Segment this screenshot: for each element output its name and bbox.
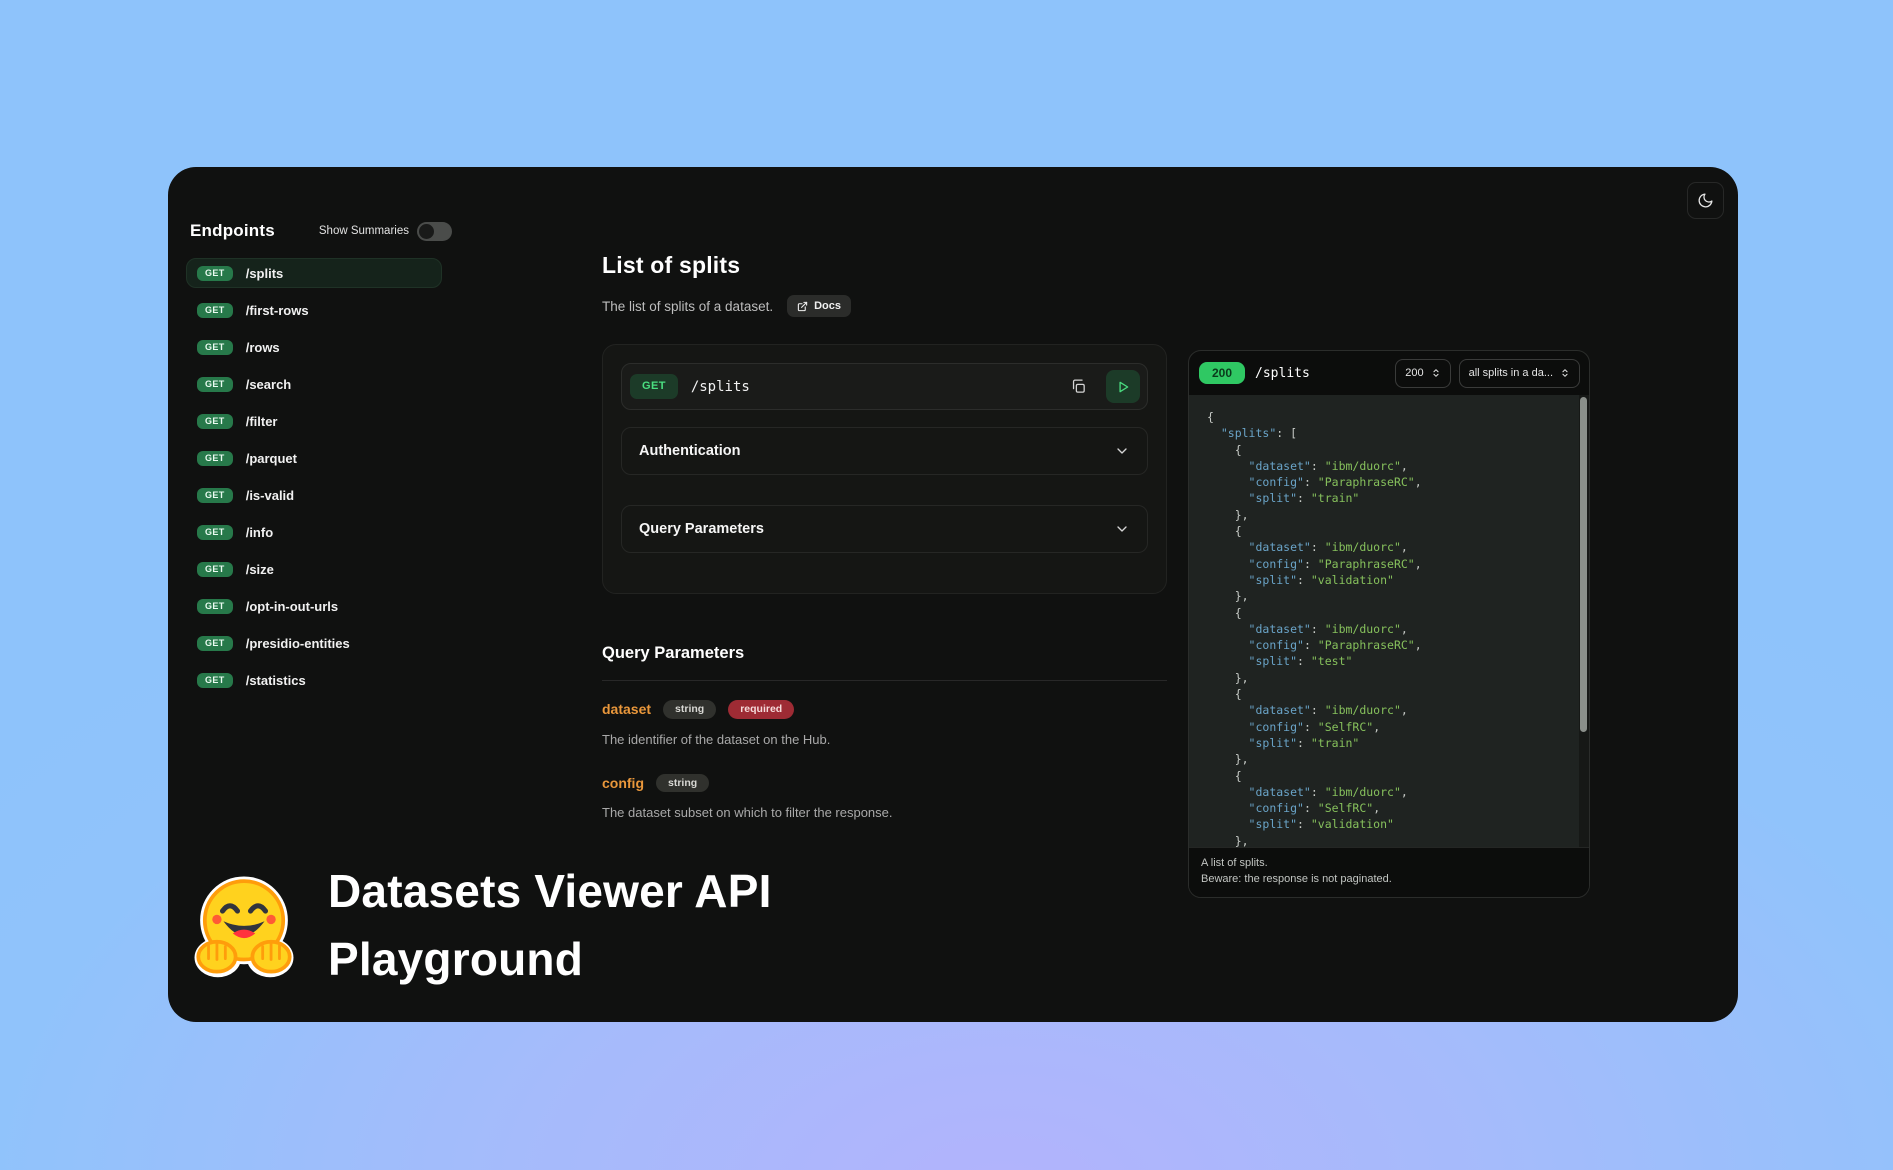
endpoint-path: /rows — [246, 340, 280, 355]
moon-icon — [1697, 192, 1714, 209]
endpoint-path: /size — [246, 562, 274, 577]
param-name: dataset — [602, 701, 651, 717]
sidebar-header: Endpoints Show Summaries — [186, 221, 454, 241]
chevron-down-icon — [1114, 521, 1130, 537]
method-badge: GET — [197, 599, 233, 614]
param-config: config string The dataset subset on whic… — [602, 774, 1167, 821]
endpoint-path: /presidio-entities — [246, 636, 350, 651]
sidebar-item-opt-in-out-urls[interactable]: GET/opt-in-out-urls — [186, 591, 442, 621]
example-select-value: all splits in a da... — [1469, 367, 1553, 379]
endpoint-path: /filter — [246, 414, 278, 429]
request-method-badge: GET — [630, 374, 678, 399]
accordion-query-parameters[interactable]: Query Parameters — [621, 505, 1148, 553]
branding-title-line2: Playground — [328, 925, 772, 993]
chevron-down-icon — [1114, 443, 1130, 459]
sidebar-item-splits[interactable]: GET/splits — [186, 258, 442, 288]
request-path: /splits — [691, 379, 750, 395]
show-summaries-label: Show Summaries — [319, 225, 409, 237]
run-request-button[interactable] — [1106, 370, 1140, 403]
app-card: Endpoints Show Summaries GET/splitsGET/f… — [168, 167, 1738, 1022]
method-badge: GET — [197, 488, 233, 503]
scrollbar-thumb[interactable] — [1580, 397, 1587, 732]
method-badge: GET — [197, 451, 233, 466]
response-footer-line: A list of splits. — [1201, 856, 1577, 872]
endpoint-path: /search — [246, 377, 292, 392]
endpoint-list: GET/splitsGET/first-rowsGET/rowsGET/sear… — [186, 258, 442, 695]
response-path: /splits — [1255, 366, 1310, 381]
sidebar-item-rows[interactable]: GET/rows — [186, 332, 442, 362]
param-description: The identifier of the dataset on the Hub… — [602, 732, 1167, 747]
endpoint-path: /parquet — [246, 451, 297, 466]
external-link-icon — [797, 301, 808, 312]
method-badge: GET — [197, 266, 233, 281]
method-badge: GET — [197, 525, 233, 540]
response-json[interactable]: { "splits": [ { "dataset": "ibm/duorc", … — [1189, 395, 1589, 847]
sidebar-item-presidio-entities[interactable]: GET/presidio-entities — [186, 628, 442, 658]
endpoint-path: /statistics — [246, 673, 306, 688]
query-parameters-section: Query Parameters dataset string required… — [602, 644, 1167, 820]
param-description: The dataset subset on which to filter th… — [602, 805, 1167, 820]
docs-button-label: Docs — [814, 300, 841, 312]
page-title: List of splits — [602, 252, 740, 279]
endpoint-path: /is-valid — [246, 488, 294, 503]
copy-icon — [1070, 378, 1087, 395]
copy-button[interactable] — [1063, 372, 1093, 402]
sidebar: Endpoints Show Summaries GET/splitsGET/f… — [186, 221, 454, 695]
endpoint-path: /first-rows — [246, 303, 309, 318]
theme-toggle-button[interactable] — [1687, 182, 1724, 219]
param-dataset: dataset string required The identifier o… — [602, 700, 1167, 747]
sidebar-item-filter[interactable]: GET/filter — [186, 406, 442, 436]
accordion-label: Query Parameters — [639, 521, 764, 537]
sidebar-title: Endpoints — [190, 221, 275, 241]
sidebar-item-search[interactable]: GET/search — [186, 369, 442, 399]
up-down-chevron-icon — [1431, 368, 1441, 378]
sidebar-item-first-rows[interactable]: GET/first-rows — [186, 295, 442, 325]
response-footer: A list of splits. Beware: the response i… — [1189, 847, 1589, 897]
query-parameters-heading: Query Parameters — [602, 644, 1167, 663]
param-name: config — [602, 775, 644, 791]
example-select[interactable]: all splits in a da... — [1459, 359, 1580, 388]
play-icon — [1116, 380, 1130, 394]
response-footer-line: Beware: the response is not paginated. — [1201, 872, 1577, 888]
method-badge: GET — [197, 340, 233, 355]
endpoint-path: /splits — [246, 266, 284, 281]
method-badge: GET — [197, 636, 233, 651]
status-code-select-value: 200 — [1405, 367, 1423, 379]
page-description: The list of splits of a dataset. — [602, 299, 773, 314]
method-badge: GET — [197, 414, 233, 429]
accordion-authentication[interactable]: Authentication — [621, 427, 1148, 475]
status-code-select[interactable]: 200 — [1395, 359, 1450, 388]
request-bar: GET /splits — [621, 363, 1148, 410]
method-badge: GET — [197, 303, 233, 318]
endpoint-path: /info — [246, 525, 273, 540]
sidebar-item-parquet[interactable]: GET/parquet — [186, 443, 442, 473]
response-body: { "splits": [ { "dataset": "ibm/duorc", … — [1189, 395, 1589, 847]
method-badge: GET — [197, 377, 233, 392]
up-down-chevron-icon — [1560, 368, 1570, 378]
toggle-knob — [419, 224, 434, 239]
sidebar-item-statistics[interactable]: GET/statistics — [186, 665, 442, 695]
param-type-badge: string — [656, 774, 709, 793]
branding: Datasets Viewer API Playground — [188, 857, 772, 993]
response-header: 200 /splits 200 all splits in a da... — [1189, 351, 1589, 395]
param-required-badge: required — [728, 700, 794, 719]
param-type-badge: string — [663, 700, 716, 719]
sidebar-item-size[interactable]: GET/size — [186, 554, 442, 584]
method-badge: GET — [197, 673, 233, 688]
method-badge: GET — [197, 562, 233, 577]
page-description-row: The list of splits of a dataset. Docs — [602, 295, 851, 317]
divider — [602, 680, 1167, 681]
branding-title-line1: Datasets Viewer API — [328, 857, 772, 925]
endpoint-path: /opt-in-out-urls — [246, 599, 338, 614]
docs-button[interactable]: Docs — [787, 295, 851, 317]
sidebar-item-is-valid[interactable]: GET/is-valid — [186, 480, 442, 510]
status-badge: 200 — [1199, 362, 1245, 384]
show-summaries-toggle[interactable] — [417, 222, 452, 241]
hugging-face-logo — [188, 869, 300, 981]
accordion-label: Authentication — [639, 443, 741, 459]
request-panel: GET /splits Authentication — [602, 344, 1167, 594]
response-panel: 200 /splits 200 all splits in a da... — [1188, 350, 1590, 898]
sidebar-item-info[interactable]: GET/info — [186, 517, 442, 547]
